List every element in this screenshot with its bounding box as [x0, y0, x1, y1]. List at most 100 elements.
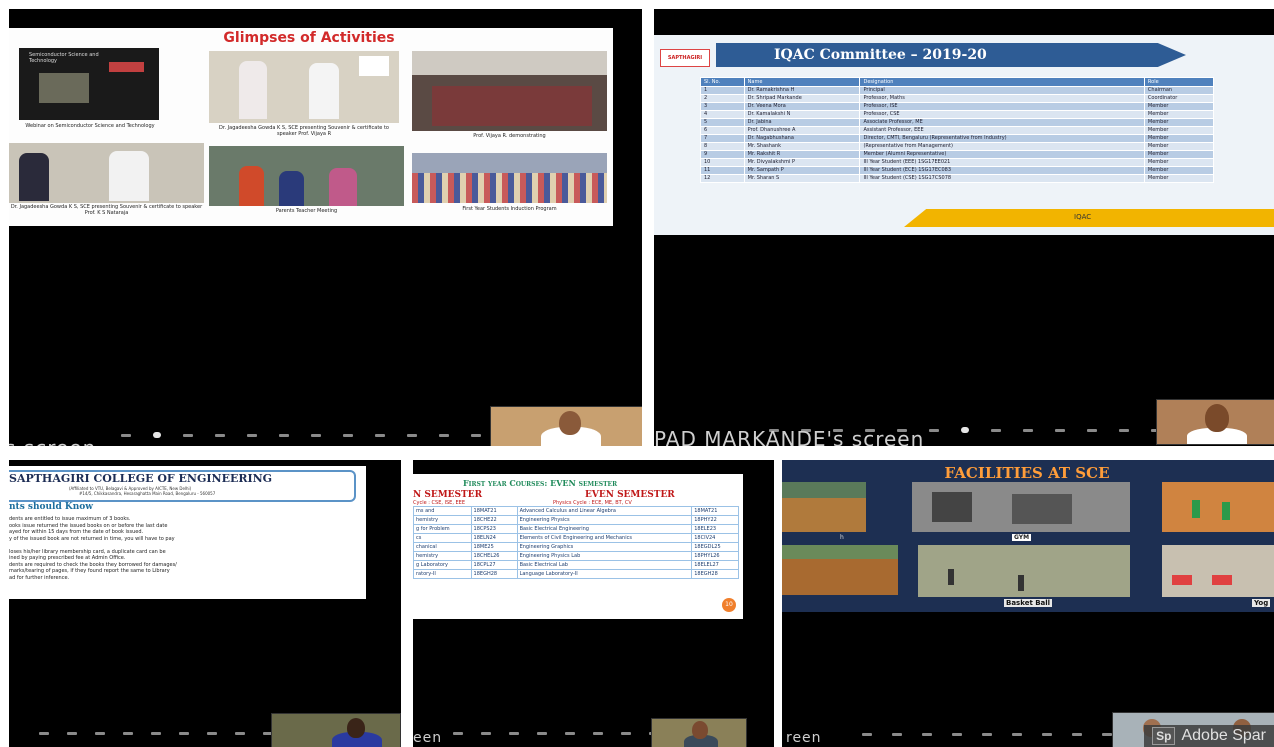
iqac-table-cell: 4	[700, 110, 745, 119]
courses-table-cell: 18ELN24	[470, 533, 518, 543]
iqac-table-cell: 5	[700, 118, 745, 127]
slide-title: Glimpses of Activities	[223, 30, 395, 46]
college-address: #14/5, Chikkasandra, Hesaraghatta Main R…	[79, 491, 216, 496]
participant-tile-library[interactable]: SAPTHAGIRI COLLEGE OF ENGINEERING (Affil…	[9, 460, 401, 747]
iqac-table-cell: Member	[1143, 166, 1215, 175]
iqac-table-cell: Member (Alumni Representative)	[859, 150, 1145, 159]
facility-photo-track	[1162, 482, 1274, 532]
participant-video-thumbnail[interactable]	[490, 406, 642, 446]
facility-photo-yoga	[1162, 545, 1274, 597]
facility-photo-field	[782, 545, 898, 595]
photo-caption: First Year Students Induction Program	[462, 206, 557, 212]
iqac-table-cell: Mr. Divyalakshmi P	[743, 158, 861, 167]
courses-table-cell: 18CIV24	[691, 533, 739, 543]
courses-table-row: cs 18ELN24 Elements of Civil Engineering a…	[413, 533, 739, 543]
iqac-logo: SAPTHAGIRI	[660, 49, 710, 67]
iqac-table-cell: III Year Student (EEE) 1SG17EE021	[859, 158, 1145, 167]
iqac-table-cell: Principal	[859, 86, 1145, 95]
courses-right-head: EVEN SEMESTER	[585, 490, 675, 500]
shared-slide-facilities: FACILITIES AT SCE h GYM Basket Ball Yog	[782, 460, 1274, 612]
courses-table-cell: 18CHE22	[470, 515, 518, 525]
facility-label-yoga: Yog	[1252, 599, 1271, 607]
iqac-table-cell: Mr. Sharan S	[743, 174, 861, 183]
iqac-table-cell: III Year Student (ECE) 1SG17EC083	[859, 166, 1145, 175]
courses-table-cell: g Laboratory	[413, 560, 472, 570]
page-number-badge: 10	[722, 598, 736, 612]
courses-table-cell: hemistry	[413, 515, 472, 525]
iqac-table-cell: 9	[700, 150, 745, 159]
courses-table-cell: 18CHEL26	[470, 551, 518, 561]
courses-table-cell: 18PHYL26	[691, 551, 739, 561]
iqac-table-cell: Member	[1143, 134, 1215, 143]
courses-table-row: hemistry 18CHEL26 Engineering Physics Lab 1…	[413, 551, 739, 561]
iqac-table-cell: Member	[1143, 158, 1215, 167]
activity-photo-ptm	[209, 146, 404, 206]
iqac-table-cell: Mr. Shashank	[743, 142, 861, 151]
participant-video-thumbnail[interactable]	[651, 718, 747, 747]
iqac-table-cell: 7	[700, 134, 745, 143]
iqac-table-row: 4 Dr. Kamalakshi N Professor, CSE Member	[700, 110, 1215, 119]
iqac-table-header: Role	[1143, 77, 1215, 87]
iqac-table-cell: Mr. Sampath P	[743, 166, 861, 175]
photo-caption: Prof. Vijaya R. demonstrating	[473, 133, 546, 139]
iqac-footer-label: IQAC	[1074, 213, 1092, 221]
courses-table-cell: 18EGH28	[470, 569, 518, 579]
participant-tile-facilities[interactable]: FACILITIES AT SCE h GYM Basket Ball Yog	[782, 460, 1274, 747]
iqac-table-cell: Member	[1143, 126, 1215, 135]
iqac-table-cell: 11	[700, 166, 745, 175]
participant-tile-activities[interactable]: Glimpses of Activities Semiconductor Sci…	[9, 9, 642, 446]
courses-table-cell: Engineering Physics Lab	[516, 551, 693, 561]
iqac-table-cell: Mr. Rakshit R	[743, 150, 861, 159]
courses-table-cell: Engineering Graphics	[516, 542, 693, 552]
photo-caption: Dr. Jagadeesha Gowda K S, SCE presenting…	[10, 204, 203, 216]
iqac-table-header: Name	[743, 77, 861, 87]
courses-table-row: chanical 18ME25 Engineering Graphics 18EGDL…	[413, 542, 739, 552]
courses-table-row: g for Problem 18CPS23 Basic Electrical Eng…	[413, 524, 739, 534]
participant-video-thumbnail[interactable]	[1156, 399, 1274, 445]
courses-table-cell: Language Laboratory-II	[516, 569, 693, 579]
courses-table-cell: 18PHY22	[691, 515, 739, 525]
iqac-table-row: 5 Dr. Jabina Associate Professor, ME Member	[700, 118, 1215, 127]
iqac-table-cell: Dr. Nagabhushana	[743, 134, 861, 143]
participant-video-thumbnail[interactable]	[271, 713, 401, 747]
facility-photo-basketball	[918, 545, 1130, 597]
facility-photo-gym	[912, 482, 1130, 532]
iqac-table-cell: 3	[700, 102, 745, 111]
participant-tile-courses[interactable]: First year Courses: EVEN semester N SEME…	[413, 460, 774, 747]
iqac-table-cell: Professor, Maths	[859, 94, 1145, 103]
iqac-table-cell: Member	[1143, 102, 1215, 111]
slide-pager[interactable]	[121, 432, 513, 438]
participant-tile-iqac[interactable]: SAPTHAGIRI IQAC Committee – 2019-20 Sl. …	[654, 9, 1274, 446]
iqac-table-row: 10 Mr. Divyalakshmi P III Year Student (EE…	[700, 158, 1215, 167]
facility-label-gym: GYM	[1012, 534, 1032, 541]
library-rule-line: ad for further inference.	[9, 574, 70, 581]
activity-photo-demonstrating	[412, 51, 607, 131]
iqac-table-row: 9 Mr. Rakshit R Member (Alumni Representat…	[700, 150, 1215, 159]
iqac-table-row: 8 Mr. Shashank (Representative from Manage…	[700, 142, 1215, 151]
courses-table: ms and 18MAT21 Advanced Calculus and Linea…	[413, 506, 739, 579]
screen-share-caption: s screen	[9, 436, 96, 446]
iqac-table-row: 3 Dr. Veena Mora Professor, ISE Member	[700, 102, 1215, 111]
iqac-table-header: Designation	[859, 77, 1145, 87]
screen-share-caption: PAD MARKANDE's screen	[654, 427, 925, 446]
courses-table-row: ms and 18MAT21 Advanced Calculus and Linea…	[413, 506, 739, 516]
iqac-table-cell: 10	[700, 158, 745, 167]
iqac-table-cell: III Year Student (CSE) 1SG17CS078	[859, 174, 1145, 183]
iqac-table-cell: Prof. Dhanushree A	[743, 126, 861, 135]
courses-table-cell: 18ELEL27	[691, 560, 739, 570]
iqac-table-cell: Dr. Shripad Markande	[743, 94, 861, 103]
courses-table-cell: Engineering Physics	[516, 515, 693, 525]
library-heading: nts should Know	[9, 502, 94, 512]
courses-table-cell: 18ME25	[470, 542, 518, 552]
courses-table-cell: Basic Electrical Lab	[516, 560, 693, 570]
iqac-table-cell: Member	[1143, 118, 1215, 127]
adobe-spark-watermark: Sp Adobe Spar	[1144, 725, 1274, 747]
courses-table-cell: 18ELE23	[691, 524, 739, 534]
iqac-table-cell: 1	[700, 86, 745, 95]
adobe-spark-icon: Sp	[1152, 727, 1176, 745]
courses-title: First year Courses: EVEN semester	[463, 478, 618, 488]
iqac-table-cell: Director, CMTI, Bengaluru (Representativ…	[859, 134, 1145, 143]
iqac-table-row: 1 Dr. Ramakrishna H Principal Chairman	[700, 86, 1215, 95]
library-rules: dents are entitled to issue maximum of 3…	[9, 516, 359, 581]
activity-photo-souvenir-2	[9, 143, 204, 203]
